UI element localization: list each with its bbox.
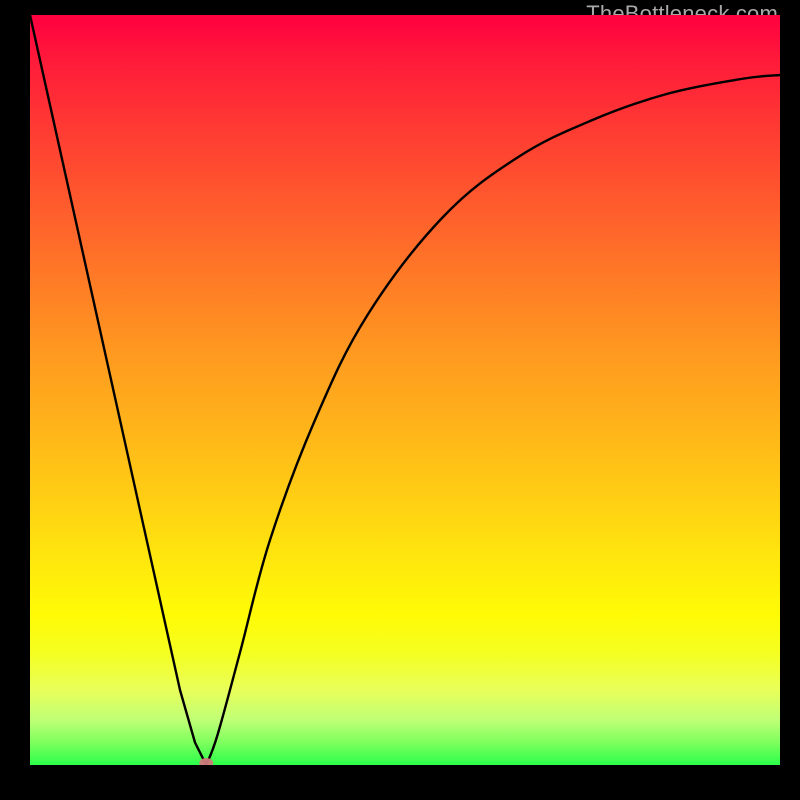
bottleneck-curve bbox=[30, 15, 780, 765]
plot-area bbox=[30, 15, 780, 765]
vertex-marker bbox=[199, 758, 213, 765]
chart-container: TheBottleneck.com bbox=[0, 0, 800, 800]
curve-layer bbox=[30, 15, 780, 765]
